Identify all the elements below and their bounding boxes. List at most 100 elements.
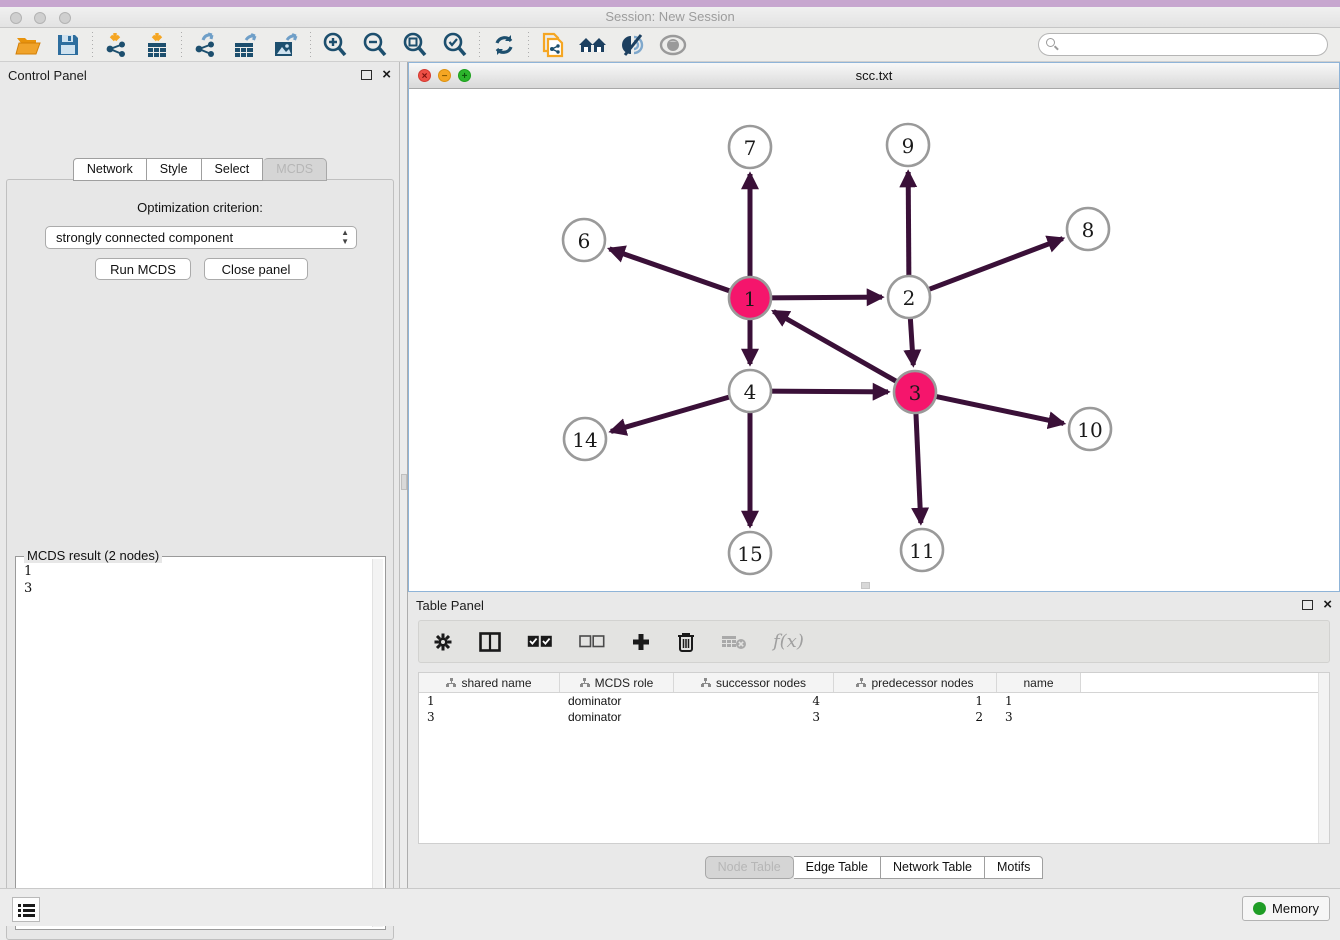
window-title: Session: New Session — [0, 7, 1340, 27]
minimize-window-button[interactable] — [34, 12, 46, 24]
float-panel-icon[interactable] — [361, 70, 372, 80]
zoom-fit-icon[interactable] — [395, 30, 435, 60]
close-table-panel-icon[interactable]: × — [1323, 600, 1332, 610]
status-bar: Memory — [0, 888, 1340, 926]
network-canvas[interactable]: 7968124314101511 — [409, 89, 1339, 591]
open-file-icon[interactable] — [8, 30, 48, 60]
column-header-successor-nodes[interactable]: successor nodes — [674, 673, 834, 692]
column-type-icon — [856, 678, 866, 687]
column-header-name[interactable]: name — [997, 673, 1081, 692]
export-network-icon[interactable] — [186, 30, 226, 60]
float-table-panel-icon[interactable] — [1302, 600, 1313, 610]
save-session-icon[interactable] — [48, 30, 88, 60]
table-panel: Table Panel × f(x) shared n — [408, 592, 1340, 888]
result-scrollbar[interactable] — [372, 559, 383, 927]
toolbar-separator — [310, 32, 311, 58]
memory-status-icon — [1253, 902, 1266, 915]
column-header-predecessor-nodes[interactable]: predecessor nodes — [834, 673, 997, 692]
tab-node-table[interactable]: Node Table — [705, 856, 794, 879]
edge-3-1[interactable] — [773, 311, 900, 383]
edge-4-14[interactable] — [611, 396, 734, 432]
network-graph[interactable]: 7968124314101511 — [409, 89, 1339, 591]
network-frame-titlebar[interactable]: × − + scc.txt — [409, 63, 1339, 89]
column-header-mcds-role[interactable]: MCDS role — [560, 673, 674, 692]
table-row[interactable]: 3 dominator 3 2 3 — [419, 709, 1329, 725]
tab-select[interactable]: Select — [202, 158, 264, 181]
tab-network-table[interactable]: Network Table — [881, 856, 985, 879]
close-window-button[interactable] — [10, 12, 22, 24]
search-input[interactable] — [1038, 33, 1328, 56]
toolbar-separator — [92, 32, 93, 58]
delete-table-icon[interactable] — [721, 634, 747, 650]
hide-annotations-icon[interactable] — [613, 30, 653, 60]
select-all-columns-icon[interactable] — [527, 635, 553, 648]
clone-network-icon[interactable] — [533, 30, 573, 60]
close-panel-button[interactable]: Close panel — [204, 258, 308, 280]
table-toolbar: f(x) — [418, 620, 1330, 663]
node-label-3: 3 — [909, 381, 922, 405]
add-column-icon[interactable] — [631, 632, 651, 652]
table-tabs: Node TableEdge TableNetwork TableMotifs — [408, 856, 1340, 879]
frame-close-button[interactable]: × — [418, 69, 431, 82]
export-table-icon[interactable] — [226, 30, 266, 60]
edge-1-6[interactable] — [609, 249, 733, 292]
close-panel-icon[interactable]: × — [382, 70, 391, 80]
run-mcds-button[interactable]: Run MCDS — [95, 258, 191, 280]
frame-maximize-button[interactable]: + — [458, 69, 471, 82]
home-layout-icon[interactable] — [573, 30, 613, 60]
network-frame-title: scc.txt — [409, 63, 1339, 88]
toolbar-separator — [181, 32, 182, 58]
canvas-scroll-nub[interactable] — [861, 582, 870, 589]
unselect-all-columns-icon[interactable] — [579, 635, 605, 648]
delete-column-icon[interactable] — [677, 631, 695, 652]
zoom-out-icon[interactable] — [355, 30, 395, 60]
column-settings-icon[interactable] — [433, 632, 453, 652]
edge-2-8[interactable] — [925, 239, 1063, 291]
refresh-network-icon[interactable] — [484, 30, 524, 60]
frame-minimize-button[interactable]: − — [438, 69, 451, 82]
panel-splitter[interactable] — [400, 62, 408, 888]
column-header-shared-name[interactable]: shared name — [419, 673, 560, 692]
edge-3-10[interactable] — [932, 396, 1064, 424]
control-panel-title: Control Panel — [8, 68, 361, 83]
tab-style[interactable]: Style — [147, 158, 202, 181]
edge-4-3[interactable] — [767, 391, 888, 392]
mcds-panel-body: Optimization criterion: strongly connect… — [6, 179, 394, 940]
select-stepper-icon: ▲▼ — [341, 228, 349, 246]
tab-edge-table[interactable]: Edge Table — [794, 856, 881, 879]
node-label-14: 14 — [572, 428, 597, 452]
node-label-7: 7 — [744, 136, 757, 160]
table-row[interactable]: 1 dominator 4 1 1 — [419, 693, 1329, 709]
tab-network[interactable]: Network — [73, 158, 147, 181]
edge-1-2[interactable] — [767, 297, 882, 298]
optimization-criterion-select[interactable]: strongly connected component ▲▼ — [45, 226, 357, 249]
import-network-icon[interactable] — [97, 30, 137, 60]
node-label-2: 2 — [903, 286, 916, 310]
split-view-icon[interactable] — [479, 632, 501, 652]
tab-motifs[interactable]: Motifs — [985, 856, 1043, 879]
node-label-6: 6 — [578, 229, 591, 253]
edge-3-11[interactable] — [916, 409, 921, 523]
zoom-selected-icon[interactable] — [435, 30, 475, 60]
column-type-icon — [446, 678, 456, 687]
task-history-button[interactable] — [12, 897, 40, 922]
maximize-window-button[interactable] — [59, 12, 71, 24]
edge-2-9[interactable] — [908, 172, 909, 280]
splitter-handle[interactable] — [401, 474, 407, 490]
table-scrollbar[interactable] — [1318, 673, 1329, 843]
search-icon — [1046, 38, 1055, 47]
show-graphics-details-icon[interactable] — [653, 30, 693, 60]
memory-button[interactable]: Memory — [1242, 896, 1330, 921]
search-box — [1038, 33, 1328, 56]
export-image-icon[interactable] — [266, 30, 306, 60]
edge-2-3[interactable] — [910, 314, 913, 365]
tab-mcds[interactable]: MCDS — [263, 158, 327, 181]
function-builder-icon[interactable]: f(x) — [773, 631, 804, 652]
mcds-result-title: MCDS result (2 nodes) — [24, 548, 162, 563]
zoom-in-icon[interactable] — [315, 30, 355, 60]
node-label-8: 8 — [1082, 218, 1095, 242]
node-table: shared name MCDS role successor nodes pr… — [418, 672, 1330, 844]
import-table-icon[interactable] — [137, 30, 177, 60]
column-type-icon — [580, 678, 590, 687]
mcds-result-list[interactable]: 13 — [16, 557, 385, 603]
